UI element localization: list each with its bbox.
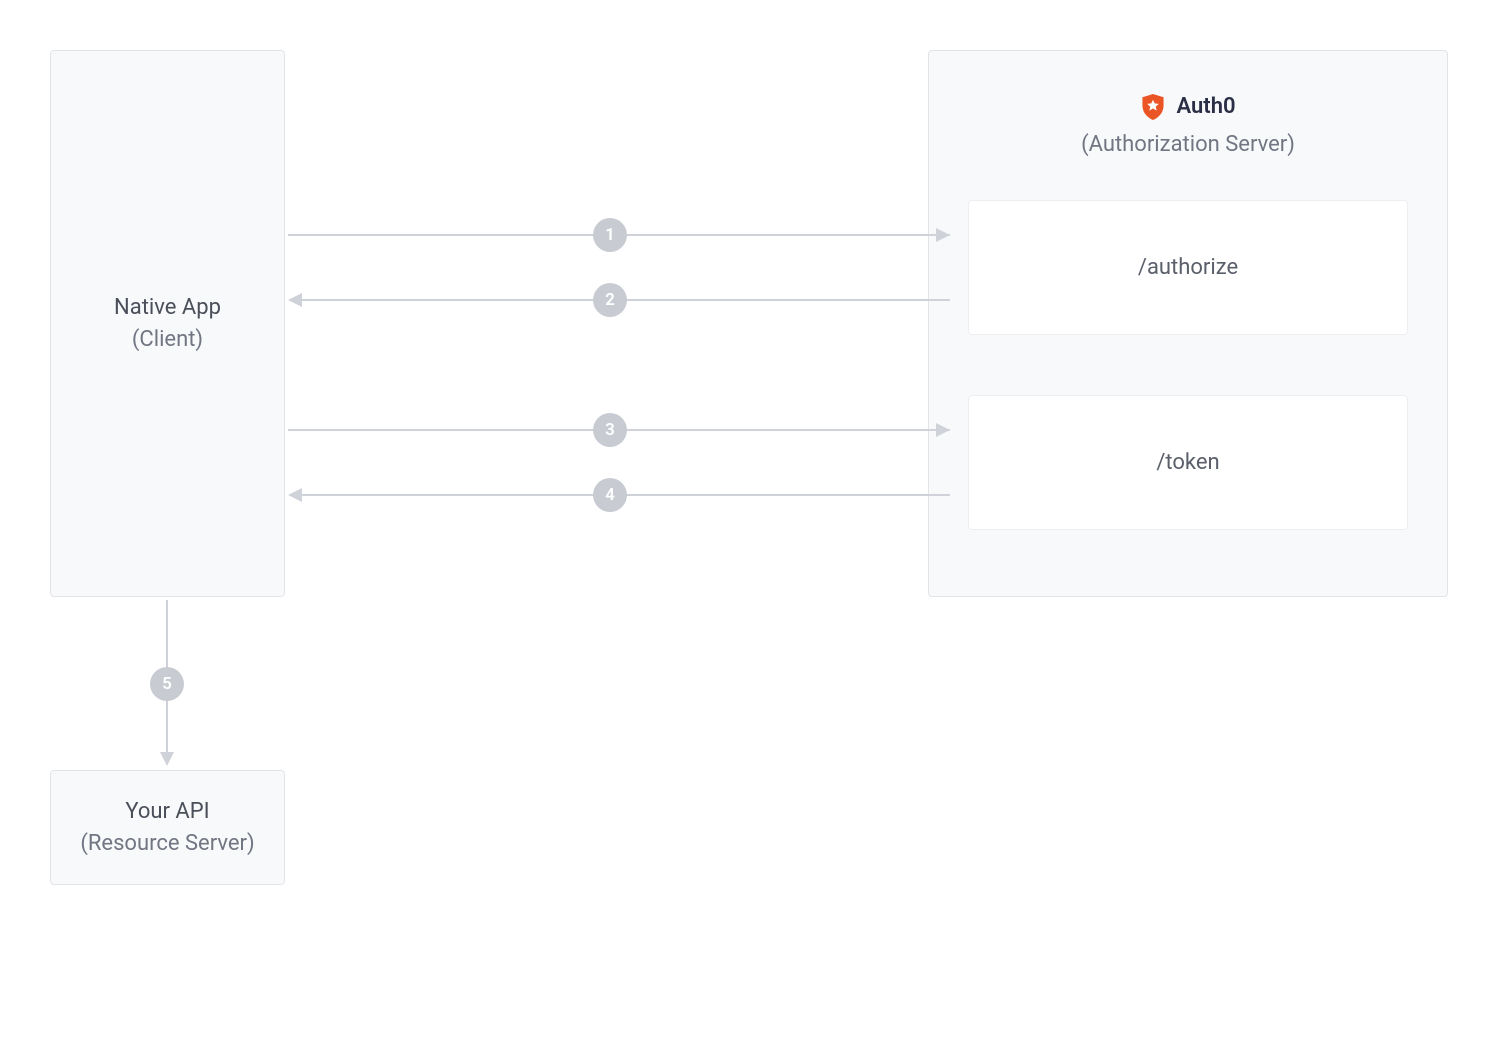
auth0-brand-name: Auth0 [1176, 91, 1235, 123]
step-badge-5: 5 [150, 667, 184, 701]
step-badge-2-label: 2 [605, 290, 615, 310]
authorize-endpoint-label: /authorize [1138, 255, 1238, 280]
resource-server-title: Your API [125, 796, 209, 828]
step-badge-2: 2 [593, 283, 627, 317]
auth0-brand: Auth0 [1140, 91, 1235, 123]
step-badge-5-label: 5 [162, 674, 172, 694]
auth-server-subtitle: (Authorization Server) [1081, 129, 1295, 161]
step-badge-4-label: 4 [605, 485, 615, 505]
step-badge-3: 3 [593, 413, 627, 447]
resource-server-box: Your API (Resource Server) [50, 770, 285, 885]
step-badge-3-label: 3 [605, 420, 615, 440]
diagram-canvas: Native App (Client) Auth0 (Authorization… [0, 0, 1500, 1049]
auth0-shield-icon [1140, 92, 1166, 122]
client-title: Native App [114, 292, 221, 324]
client-subtitle: (Client) [132, 324, 203, 356]
token-endpoint-box: /token [968, 395, 1408, 530]
step-badge-4: 4 [593, 478, 627, 512]
client-box: Native App (Client) [50, 50, 285, 597]
authorize-endpoint-box: /authorize [968, 200, 1408, 335]
step-badge-1: 1 [593, 218, 627, 252]
resource-server-subtitle: (Resource Server) [80, 828, 254, 860]
token-endpoint-label: /token [1156, 450, 1219, 475]
step-badge-1-label: 1 [605, 225, 615, 245]
